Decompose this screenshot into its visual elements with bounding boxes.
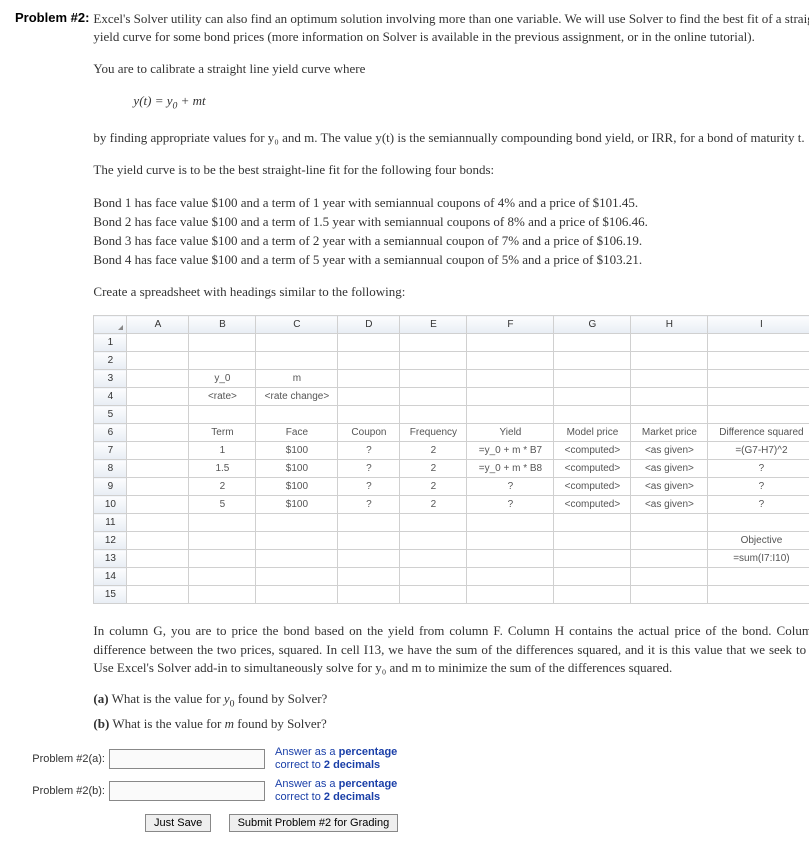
cell: <as given> [631,460,708,478]
cell: Market price [631,424,708,442]
answer-b-hint: Answer as a percentage correct to 2 deci… [275,778,397,804]
row-header: 3 [94,370,127,388]
create-sheet-paragraph: Create a spreadsheet with headings simil… [93,283,809,301]
question-a: (a) (a) What is the value for y₀ found b… [93,691,809,710]
cell: ? [338,460,400,478]
cell: Frequency [400,424,467,442]
col-header: E [400,316,467,334]
col-header: B [189,316,256,334]
sheet-corner [94,316,127,334]
cell: <computed> [554,478,631,496]
row-header: 14 [94,568,127,586]
submit-button[interactable]: Submit Problem #2 for Grading [229,814,399,832]
cell: ? [338,442,400,460]
answer-a-input[interactable] [109,749,265,769]
cell: <as given> [631,496,708,514]
cell: $100 [256,496,338,514]
formula: y(t) = y0 + mt [133,93,809,112]
bond-list: Bond 1 has face value $100 and a term of… [93,194,809,270]
row-header: 4 [94,388,127,406]
col-header: D [338,316,400,334]
cell: <as given> [631,478,708,496]
row-header: 12 [94,532,127,550]
bond-3: Bond 3 has face value $100 and a term of… [93,232,809,250]
cell: 1 [189,442,256,460]
cell: Term [189,424,256,442]
cell: 2 [189,478,256,496]
cell: Objective [708,532,809,550]
cell: 1.5 [189,460,256,478]
cell: Yield [467,424,554,442]
cell: Face [256,424,338,442]
leadin-paragraph: You are to calibrate a straight line yie… [93,60,809,78]
cell: 2 [400,496,467,514]
cell: <rate> [189,388,256,406]
row-header: 11 [94,514,127,532]
row-header: 9 [94,478,127,496]
bond-2: Bond 2 has face value $100 and a term of… [93,213,809,231]
cell: =y_0 + m * B8 [467,460,554,478]
row-header: 6 [94,424,127,442]
cell: $100 [256,460,338,478]
row-header: 13 [94,550,127,568]
cell: <computed> [554,442,631,460]
col-header: H [631,316,708,334]
cell: $100 [256,478,338,496]
cell: 5 [189,496,256,514]
find-paragraph: by finding appropriate values for y₀ and… [93,129,809,147]
cell: <computed> [554,496,631,514]
cell: <as given> [631,442,708,460]
question-b: (b) (b) What is the value for m found by… [93,716,809,732]
cell: 2 [400,442,467,460]
cell: ? [708,478,809,496]
row-header: 8 [94,460,127,478]
cell: ? [467,478,554,496]
cell: ? [338,478,400,496]
just-save-button[interactable]: Just Save [145,814,211,832]
cell: y_0 [189,370,256,388]
cell: =y_0 + m * B7 [467,442,554,460]
row-header: 5 [94,406,127,424]
row-header: 1 [94,334,127,352]
cell: =(G7-H7)^2 [708,442,809,460]
bond-4: Bond 4 has face value $100 and a term of… [93,251,809,269]
cell: =sum(I7:I10) [708,550,809,568]
row-header: 15 [94,586,127,604]
row-header: 10 [94,496,127,514]
cell: Difference squared [708,424,809,442]
answer-a-hint: Answer as a percentage correct to 2 deci… [275,746,397,772]
cell: 2 [400,460,467,478]
problem-label: Problem #2: [15,10,93,25]
row-header: 7 [94,442,127,460]
col-header: C [256,316,338,334]
col-header: I [708,316,809,334]
intro-paragraph: Excel's Solver utility can also find an … [93,10,809,46]
cell: Model price [554,424,631,442]
col-header: F [467,316,554,334]
col-header: G [554,316,631,334]
answer-a-label: Problem #2(a): [15,753,109,765]
cell: ? [708,496,809,514]
answer-b-input[interactable] [109,781,265,801]
spreadsheet-template: A B C D E F G H I J 1 2 3y_0m 4<rate><ra… [93,315,809,604]
cell: $100 [256,442,338,460]
explain-paragraph: In column G, you are to price the bond b… [93,622,809,677]
cell: 2 [400,478,467,496]
bond-1: Bond 1 has face value $100 and a term of… [93,194,809,212]
cell: Coupon [338,424,400,442]
cell: <computed> [554,460,631,478]
cell: ? [708,460,809,478]
col-header: A [127,316,189,334]
cell: ? [338,496,400,514]
cell: ? [467,496,554,514]
cell: <rate change> [256,388,338,406]
cell: m [256,370,338,388]
answer-b-label: Problem #2(b): [15,785,109,797]
bestfit-paragraph: The yield curve is to be the best straig… [93,161,809,179]
row-header: 2 [94,352,127,370]
